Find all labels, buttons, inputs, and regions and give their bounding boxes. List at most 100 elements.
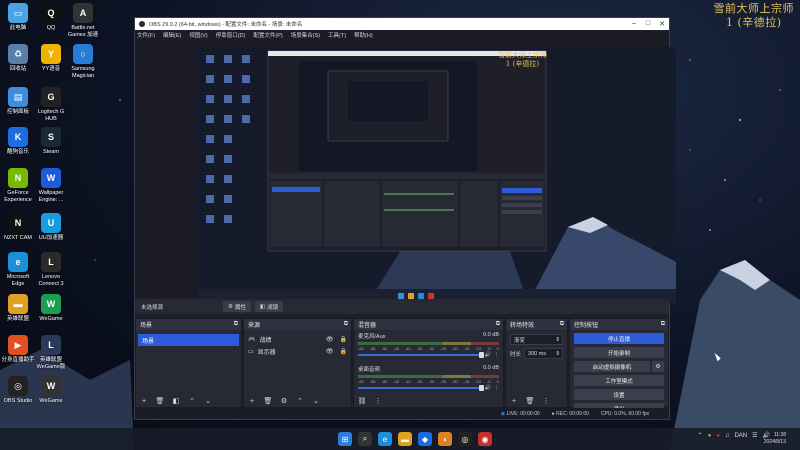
desktop-shortcut[interactable]: W WeGame [34,376,68,405]
desktop-shortcut[interactable]: L Lenovo Connect 3 [34,252,68,287]
properties-button[interactable]: ⚙ 属性 [223,301,251,312]
minimize-icon[interactable]: – [627,20,641,28]
desktop-shortcut[interactable]: ◎ OBS Studio [1,376,35,405]
studio-mode-button[interactable]: 工作室模式 [574,375,664,386]
eye-icon[interactable]: 👁 [326,336,334,343]
menu-edit[interactable]: 编辑(E) [163,31,181,39]
preview-canvas[interactable]: 雪前大师上宗师 1 (辛德拉) [198,47,676,303]
tray-app-icon[interactable]: ● [708,433,712,439]
filters-button[interactable]: ◧ 滤镜 [254,301,284,312]
source-item[interactable]: ▭ 显示器 👁 🔒 [244,345,351,357]
arrow-up-icon[interactable]: ⌃ [187,397,197,406]
stop-streaming-button[interactable]: 停止直播 [574,333,664,344]
start-recording-button[interactable]: 开始录制 [574,347,664,358]
desktop-shortcut[interactable]: K 酷狗音乐 [1,127,35,156]
desktop-shortcut[interactable]: ▭ 此电脑 [1,3,35,32]
trash-icon[interactable]: 🗑 [155,397,165,406]
desktop-shortcut[interactable]: N GeForce Experience [1,168,35,203]
trash-icon[interactable]: 🗑 [525,397,535,406]
file-explorer-icon[interactable]: ▬ [398,432,412,446]
desktop-shortcut[interactable]: ▤ 控制面板 [1,87,35,116]
desktop-shortcut[interactable]: e Microsoft Edge [1,252,35,287]
preview-area[interactable]: 雪前大师上宗师 1 (辛德拉) [135,40,676,303]
app-icon[interactable]: ◗ [438,432,452,446]
menu-profile[interactable]: 配置文件(P) [253,31,282,39]
menu-docks[interactable]: 停靠窗口(D) [216,31,246,39]
wegame-taskbar-icon[interactable]: ◉ [478,432,492,446]
desktop-shortcut[interactable]: S Steam [34,127,68,156]
settings-button[interactable]: 设置 [574,389,664,400]
tray-app-icon[interactable]: ● [716,433,720,439]
menu-tools[interactable]: 工具(T) [328,31,346,39]
menu-scene-collection[interactable]: 场景集合(S) [291,31,320,39]
undock-icon[interactable]: ⧉ [560,321,564,328]
desktop-shortcut[interactable]: Q QQ [34,3,68,32]
trash-icon[interactable]: 🗑 [263,397,273,406]
start-virtual-camera-button[interactable]: 启动虚拟摄像机 [574,361,650,372]
arrow-down-icon[interactable]: ⌄ [203,397,213,406]
undock-icon[interactable]: ⧉ [344,321,348,328]
edge-icon: e [8,252,28,272]
close-icon[interactable]: ✕ [655,20,669,28]
transition-select[interactable]: 渐变 ⇕ [510,334,563,345]
desktop-shortcut[interactable]: ▬ 英雄联盟 [1,294,35,323]
title-bar[interactable]: OBS 29.0.2 (64-bit, windows) - 配置文件: 未命名… [135,18,669,30]
desktop-shortcut[interactable]: U UU加速器 [34,213,68,242]
chevron-up-icon[interactable]: ⌃ [698,432,703,439]
source-item[interactable]: 🎮 战绩 👁 🔒 [244,333,351,345]
desktop-shortcut[interactable]: ○ Samsung Magician [66,44,100,79]
desktop-shortcut[interactable]: Y YY语音 [34,44,68,73]
language-indicator[interactable]: DAN [734,433,747,439]
volume-fader[interactable]: 🔊 ⋮ [358,385,499,391]
more-icon[interactable]: ⋮ [494,385,499,391]
add-icon[interactable]: + [247,397,257,406]
lock-icon[interactable]: 🔒 [340,348,347,355]
windows-start-icon[interactable]: ⊞ [338,432,352,446]
desktop-shortcut[interactable]: W WeGame [34,294,68,323]
desktop-shortcut[interactable]: G Logitech G HUB [34,87,68,122]
desktop-shortcut[interactable]: N NZXT CAM [1,213,35,242]
menu-help[interactable]: 帮助(H) [354,31,373,39]
edge-icon[interactable]: e [378,432,392,446]
link-icon[interactable]: ⛓ [357,397,367,406]
network-icon[interactable]: ☰ [752,432,757,439]
speaker-icon[interactable]: 🔊 [485,352,491,358]
desktop-shortcut[interactable]: L 英雄联盟 WeGame版 [34,335,68,370]
search-icon[interactable]: ⌕ [358,432,372,446]
clock[interactable]: 11:38 2024/8/13 [764,432,786,446]
more-icon[interactable]: ⋮ [541,397,551,406]
fader-knob[interactable] [478,385,484,391]
volume-fader[interactable]: 🔊 ⋮ [358,352,499,358]
duration-spinbox[interactable]: 300 ms ⇕ [524,348,563,359]
desktop-shortcut[interactable]: A Battle.net Games 加速 [66,3,100,38]
filter-icon[interactable]: ◧ [171,397,181,406]
arrow-up-icon[interactable]: ⌃ [295,397,305,406]
lock-icon[interactable]: 🔒 [340,336,347,343]
undock-icon[interactable]: ⧉ [234,321,238,328]
fader-track[interactable] [358,352,484,358]
add-icon[interactable]: + [509,397,519,406]
gear-icon[interactable]: ⚙ [279,397,289,406]
menu-file[interactable]: 文件(F) [137,31,155,39]
undock-icon[interactable]: ⧉ [661,321,665,328]
virtual-camera-settings-button[interactable]: ⚙ [652,361,664,372]
desktop-shortcut[interactable]: ▶ 分身直播助手 [1,335,35,364]
obs-taskbar-icon[interactable]: ◎ [458,432,472,446]
more-icon[interactable]: ⋮ [373,397,383,406]
desktop-shortcut[interactable]: ♻ 回收站 [1,44,35,73]
arrow-down-icon[interactable]: ⌄ [311,397,321,406]
undock-icon[interactable]: ⧉ [496,321,500,328]
fader-track[interactable] [358,385,484,391]
scene-item[interactable]: 场景 [138,334,239,346]
store-icon[interactable]: ◆ [418,432,432,446]
obs-window[interactable]: OBS 29.0.2 (64-bit, windows) - 配置文件: 未命名… [134,17,676,420]
menu-view[interactable]: 视图(V) [189,31,207,39]
fader-knob[interactable] [478,352,484,358]
eye-icon[interactable]: 👁 [326,348,334,355]
desktop-shortcut[interactable]: W Wallpaper Engine: ... [34,168,68,203]
speaker-icon[interactable]: 🔊 [485,385,491,391]
add-icon[interactable]: + [139,397,149,406]
maximize-icon[interactable]: □ [641,20,655,28]
tray-app-icon[interactable]: ♫ [725,433,730,439]
more-icon[interactable]: ⋮ [494,352,499,358]
